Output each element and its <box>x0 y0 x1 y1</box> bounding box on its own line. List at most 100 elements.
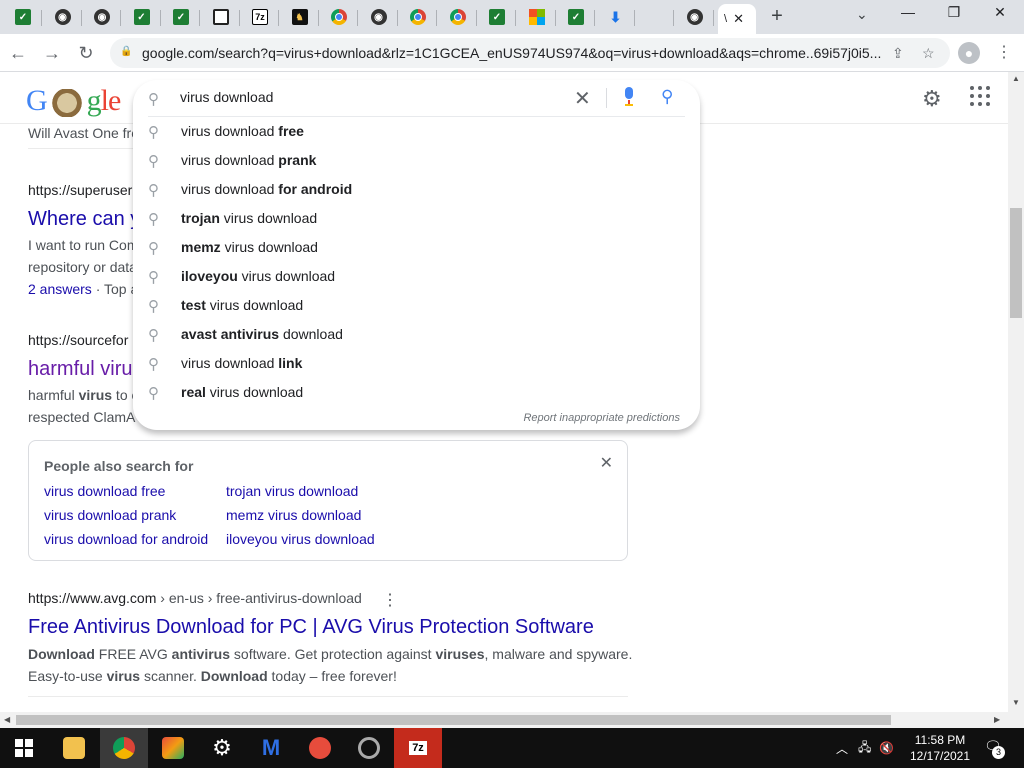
browser-tab[interactable]: ✓ <box>557 4 595 30</box>
scroll-left-arrow-icon[interactable]: ◀ <box>4 715 10 724</box>
browser-tab[interactable]: ♞ <box>281 4 319 30</box>
related-search-link[interactable]: memz virus download <box>226 507 361 523</box>
browser-tab[interactable]: ◉ <box>676 4 714 30</box>
vertical-scrollbar[interactable]: ▲ ▼ <box>1008 72 1024 712</box>
browser-tab[interactable]: ✓ <box>162 4 200 30</box>
close-icon[interactable]: ✕ <box>600 453 613 473</box>
back-arrow-icon[interactable]: ← <box>6 41 30 65</box>
result-2-title[interactable]: harmful viru <box>28 358 132 381</box>
close-window-button[interactable]: ✕ <box>980 4 1020 26</box>
suggestion-text: virus download link <box>181 355 303 371</box>
browser-tab[interactable]: ✓ <box>4 4 42 30</box>
malwarebytes-icon[interactable]: M <box>247 728 295 768</box>
search-submit-icon[interactable]: ⚲ <box>661 87 673 107</box>
search-icon: ⚲ <box>148 182 159 199</box>
settings-taskbar-icon[interactable]: ⚙ <box>198 728 246 768</box>
browser-tab[interactable]: 7z <box>241 4 279 30</box>
restore-button[interactable]: ❐ <box>934 4 974 26</box>
notification-center-icon[interactable]: 🗨 3 <box>984 738 1005 759</box>
vertical-scroll-thumb[interactable] <box>1010 208 1022 318</box>
active-tab[interactable]: \ ✕ <box>718 4 756 34</box>
notification-count: 3 <box>992 746 1005 759</box>
people-also-search-box: People also search for ✕ virus download … <box>28 440 628 561</box>
search-box: ⚲ ✕ ⚲ <box>133 80 700 116</box>
microphone-icon[interactable] <box>623 87 635 107</box>
suggestion-item[interactable]: ⚲ virus download for android <box>133 176 700 205</box>
reload-icon[interactable]: ↻ <box>74 41 98 65</box>
profile-avatar-icon[interactable]: ● <box>958 42 980 64</box>
search-input[interactable] <box>180 89 560 105</box>
office-icon[interactable] <box>149 728 197 768</box>
horizontal-scrollbar[interactable]: ◀ ▶ <box>0 712 1024 728</box>
suggestion-item[interactable]: ⚲ avast antivirus download <box>133 321 700 350</box>
related-search-link[interactable]: trojan virus download <box>226 483 358 499</box>
clock[interactable]: 11:58 PM 12/17/2021 <box>908 732 972 764</box>
show-hidden-icons-chevron-icon[interactable]: ︿ <box>836 740 848 757</box>
browser-tab[interactable]: ⬇ <box>597 4 635 30</box>
google-doodle-logo[interactable]: Ggle <box>26 84 121 118</box>
settings-gear-icon[interactable]: ⚙ <box>922 86 942 112</box>
suggestion-text: virus download free <box>181 123 304 139</box>
browser-tab[interactable]: ◉ <box>44 4 82 30</box>
browser-tab[interactable]: ✓ <box>123 4 161 30</box>
report-predictions-link[interactable]: Report inappropriate predictions <box>523 412 680 424</box>
result-1-cite[interactable]: https://superuser <box>28 182 132 198</box>
related-search-link[interactable]: virus download free <box>44 483 165 499</box>
result-3-cite[interactable]: https://www.avg.com › en-us › free-antiv… <box>28 590 362 606</box>
suggestion-item[interactable]: ⚲ trojan virus download <box>133 205 700 234</box>
forward-arrow-icon[interactable]: → <box>40 41 64 65</box>
browser-tab[interactable] <box>518 4 556 30</box>
7zip-taskbar-icon[interactable]: 7z <box>394 728 442 768</box>
apps-grid-icon[interactable] <box>970 86 990 106</box>
suggestion-item[interactable]: ⚲ virus download free <box>133 118 700 147</box>
clear-icon[interactable]: ✕ <box>574 86 591 111</box>
share-icon[interactable]: ⇪ <box>892 45 904 62</box>
suggestion-item[interactable]: ⚲ virus download link <box>133 350 700 379</box>
snippet-bold: antivirus <box>171 646 231 662</box>
lock-icon[interactable]: 🔒 <box>120 46 134 60</box>
result-1-answers-link[interactable]: 2 answers <box>28 281 92 297</box>
suggestion-item[interactable]: ⚲ iloveyou virus download <box>133 263 700 292</box>
url-text[interactable]: google.com/search?q=virus+download&rlz=1… <box>142 45 882 61</box>
close-tab-icon[interactable]: ✕ <box>733 11 744 27</box>
search-icon: ⚲ <box>148 240 159 257</box>
suggestion-item[interactable]: ⚲ memz virus download <box>133 234 700 263</box>
browser-tab[interactable] <box>399 4 437 30</box>
app-icon[interactable] <box>345 728 393 768</box>
browser-tab[interactable]: ◉ <box>83 4 121 30</box>
related-search-link[interactable]: iloveyou virus download <box>226 531 375 547</box>
horizontal-scroll-thumb[interactable] <box>16 715 891 725</box>
browser-tab[interactable] <box>320 4 358 30</box>
snippet-text: FREE AVG <box>94 646 172 662</box>
suggestion-item[interactable]: ⚲ real virus download <box>133 379 700 408</box>
result-3-title[interactable]: Free Antivirus Download for PC | AVG Vir… <box>28 616 594 639</box>
browser-tab[interactable] <box>202 4 240 30</box>
related-search-link[interactable]: virus download prank <box>44 507 176 523</box>
windows-start-button[interactable] <box>0 728 48 768</box>
new-tab-button[interactable]: + <box>766 6 788 28</box>
chrome-taskbar-icon[interactable] <box>100 728 148 768</box>
browser-tab[interactable] <box>439 4 477 30</box>
antivirus-icon[interactable] <box>296 728 344 768</box>
minimize-button[interactable]: — <box>888 4 928 26</box>
suggestion-item[interactable]: ⚲ virus download prank <box>133 147 700 176</box>
suggestion-item[interactable]: ⚲ test virus download <box>133 292 700 321</box>
browser-menu-icon[interactable]: ⋮ <box>996 42 1012 62</box>
volume-muted-icon[interactable]: 🔇 <box>879 741 894 755</box>
more-options-icon[interactable]: ⋮ <box>382 590 398 610</box>
scroll-right-arrow-icon[interactable]: ▶ <box>994 715 1000 724</box>
file-explorer-icon[interactable] <box>50 728 98 768</box>
browser-tab[interactable]: ◉ <box>360 4 398 30</box>
clock-date: 12/17/2021 <box>909 749 971 763</box>
address-bar[interactable]: 🔒 google.com/search?q=virus+download&rlz… <box>110 38 950 68</box>
browser-tab[interactable]: ✓ <box>478 4 516 30</box>
result-2-cite[interactable]: https://sourcefor <box>28 332 128 348</box>
tab-search-chevron-icon[interactable]: ⌄ <box>856 6 868 23</box>
network-icon[interactable]: 🖧 <box>858 738 871 759</box>
bookmark-star-icon[interactable]: ☆ <box>922 45 935 62</box>
scroll-down-arrow-icon[interactable]: ▼ <box>1012 698 1020 707</box>
browser-tab[interactable] <box>636 4 674 30</box>
result-1-title[interactable]: Where can y <box>28 208 140 231</box>
related-search-link[interactable]: virus download for android <box>44 531 208 547</box>
scroll-up-arrow-icon[interactable]: ▲ <box>1012 74 1020 83</box>
